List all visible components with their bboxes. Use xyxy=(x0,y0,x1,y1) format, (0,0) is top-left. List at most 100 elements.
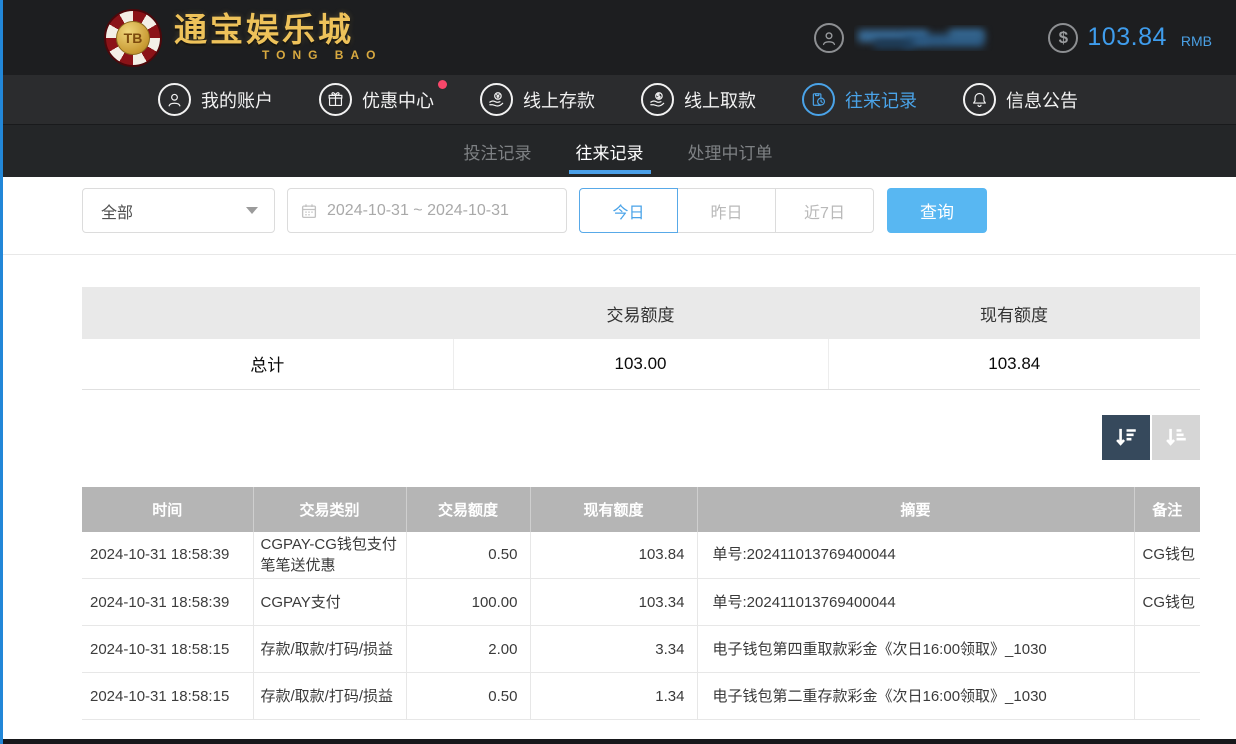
last-7-days-button[interactable]: 近7日 xyxy=(775,188,874,233)
username-redacted-blur[interactable] xyxy=(854,25,996,51)
col-header-balance: 现有额度 xyxy=(530,487,697,532)
cell-balance: 3.34 xyxy=(530,626,697,673)
summary-header-empty xyxy=(82,287,453,339)
cell-summary: 电子钱包第二重存款彩金《次日16:00领取》_1030 xyxy=(697,673,1134,720)
sort-ascending-button[interactable] xyxy=(1152,415,1200,460)
cell-summary: 单号:202411013769400044 xyxy=(697,532,1134,579)
transaction-table-header-row: 时间 交易类别 交易额度 现有额度 摘要 备注 xyxy=(82,487,1200,532)
quick-date-button-group: 今日 昨日 近7日 xyxy=(579,188,874,233)
section-divider xyxy=(0,254,1236,255)
nav-item-online-withdraw[interactable]: 线上取款 xyxy=(641,83,756,116)
nav-item-promotions[interactable]: 优惠中心 xyxy=(319,83,434,116)
cell-note xyxy=(1134,626,1200,673)
table-row: 2024-10-31 18:58:39 CGPAY支付 100.00 103.3… xyxy=(82,579,1200,626)
filter-toolbar: 全部 2024-10-31 ~ 2024-10-31 今日 昨日 近7日 查询 xyxy=(82,188,1236,233)
user-avatar-icon[interactable] xyxy=(814,23,844,53)
records-clipboard-clock-icon xyxy=(802,83,835,116)
nav-item-announcements[interactable]: 信息公告 xyxy=(963,83,1078,116)
tab-label: 投注记录 xyxy=(464,139,532,164)
chevron-down-icon xyxy=(246,207,258,214)
cell-balance: 1.34 xyxy=(530,673,697,720)
notification-dot-badge xyxy=(438,80,447,89)
cell-time: 2024-10-31 18:58:39 xyxy=(82,532,253,579)
cell-balance: 103.34 xyxy=(530,579,697,626)
nav-label: 我的账户 xyxy=(201,87,273,113)
summary-total-label: 总计 xyxy=(82,339,453,389)
cell-note xyxy=(1134,673,1200,720)
gift-icon xyxy=(319,83,352,116)
sort-descending-button[interactable] xyxy=(1102,415,1150,460)
summary-total-row: 总计 103.00 103.84 xyxy=(82,339,1200,389)
cell-time: 2024-10-31 18:58:39 xyxy=(82,579,253,626)
cell-note: CG钱包 xyxy=(1134,579,1200,626)
nav-label: 往来记录 xyxy=(845,87,917,113)
sort-controls xyxy=(82,415,1200,460)
cell-note: CG钱包 xyxy=(1134,532,1200,579)
table-row: 2024-10-31 18:58:39 CGPAY-CG钱包支付笔笔送优惠 0.… xyxy=(82,532,1200,579)
yesterday-button[interactable]: 昨日 xyxy=(677,188,776,233)
bottom-edge-strip xyxy=(0,739,1236,744)
window-edge-stripe xyxy=(0,0,3,744)
cell-time: 2024-10-31 18:58:15 xyxy=(82,673,253,720)
nav-item-transaction-records[interactable]: 往来记录 xyxy=(802,83,917,116)
summary-header-transaction: 交易额度 xyxy=(453,287,828,339)
col-header-note: 备注 xyxy=(1134,487,1200,532)
transaction-table: 时间 交易类别 交易额度 现有额度 摘要 备注 2024-10-31 18:58… xyxy=(82,487,1200,721)
nav-label: 线上存款 xyxy=(523,87,595,113)
col-header-summary: 摘要 xyxy=(697,487,1134,532)
withdraw-coin-hand-icon xyxy=(641,83,674,116)
search-button[interactable]: 查询 xyxy=(887,188,987,233)
logo-title: 通宝娱乐城 xyxy=(174,13,382,48)
balance-coin-icon: $ xyxy=(1048,23,1078,53)
logo-subtitle: TONG BAO xyxy=(174,48,382,62)
cell-summary: 单号:202411013769400044 xyxy=(697,579,1134,626)
cell-balance: 103.84 xyxy=(530,532,697,579)
balance-currency: RMB xyxy=(1181,26,1212,49)
category-dropdown[interactable]: 全部 xyxy=(82,188,275,233)
table-row: 2024-10-31 18:58:15 存款/取款/打码/损益 0.50 1.3… xyxy=(82,673,1200,720)
tab-label: 往来记录 xyxy=(576,139,644,164)
tab-transaction-records[interactable]: 往来记录 xyxy=(574,125,646,177)
app-header: TB 通宝娱乐城 TONG BAO $ 103.84 RMB xyxy=(0,0,1236,75)
tab-label: 处理中订单 xyxy=(688,139,773,164)
summary-table: 交易额度 现有额度 总计 103.00 103.84 xyxy=(82,287,1200,390)
summary-total-balance: 103.84 xyxy=(828,339,1200,389)
nav-item-online-deposit[interactable]: 线上存款 xyxy=(480,83,595,116)
summary-header-row: 交易额度 现有额度 xyxy=(82,287,1200,339)
cell-type: 存款/取款/打码/损益 xyxy=(253,673,406,720)
record-subtabs: 投注记录 往来记录 处理中订单 xyxy=(0,124,1236,177)
deposit-coin-hand-icon xyxy=(480,83,513,116)
cell-time: 2024-10-31 18:58:15 xyxy=(82,626,253,673)
calendar-icon xyxy=(300,202,318,220)
table-row: 2024-10-31 18:58:15 存款/取款/打码/损益 2.00 3.3… xyxy=(82,626,1200,673)
active-tab-underline xyxy=(569,170,651,174)
cell-type: CGPAY支付 xyxy=(253,579,406,626)
category-dropdown-value: 全部 xyxy=(101,199,133,223)
bell-icon xyxy=(963,83,996,116)
tab-betting-records[interactable]: 投注记录 xyxy=(462,125,534,177)
summary-header-balance: 现有额度 xyxy=(828,287,1200,339)
nav-item-my-account[interactable]: 我的账户 xyxy=(158,83,273,116)
cell-amount: 2.00 xyxy=(406,626,530,673)
today-button[interactable]: 今日 xyxy=(579,188,678,233)
cell-amount: 100.00 xyxy=(406,579,530,626)
cell-type: 存款/取款/打码/损益 xyxy=(253,626,406,673)
poker-chip-logo-icon: TB xyxy=(104,9,162,67)
cell-amount: 0.50 xyxy=(406,532,530,579)
brand-logo[interactable]: TB 通宝娱乐城 TONG BAO xyxy=(104,9,382,67)
date-range-value: 2024-10-31 ~ 2024-10-31 xyxy=(327,202,509,220)
sort-descending-icon xyxy=(1113,424,1139,450)
sort-ascending-icon xyxy=(1163,424,1189,450)
cell-amount: 0.50 xyxy=(406,673,530,720)
tab-pending-orders[interactable]: 处理中订单 xyxy=(686,125,775,177)
summary-total-transaction: 103.00 xyxy=(453,339,828,389)
col-header-type: 交易类别 xyxy=(253,487,406,532)
nav-label: 优惠中心 xyxy=(362,87,434,113)
cell-type: CGPAY-CG钱包支付笔笔送优惠 xyxy=(253,532,406,579)
balance-amount[interactable]: 103.84 xyxy=(1087,23,1166,52)
date-range-input[interactable]: 2024-10-31 ~ 2024-10-31 xyxy=(287,188,567,233)
main-navigation: 我的账户 优惠中心 线上存款 线上取款 往来记录 信息公告 xyxy=(0,75,1236,124)
cell-summary: 电子钱包第四重取款彩金《次日16:00领取》_1030 xyxy=(697,626,1134,673)
user-area: $ 103.84 RMB xyxy=(814,23,1212,53)
chip-monogram: TB xyxy=(116,21,150,55)
